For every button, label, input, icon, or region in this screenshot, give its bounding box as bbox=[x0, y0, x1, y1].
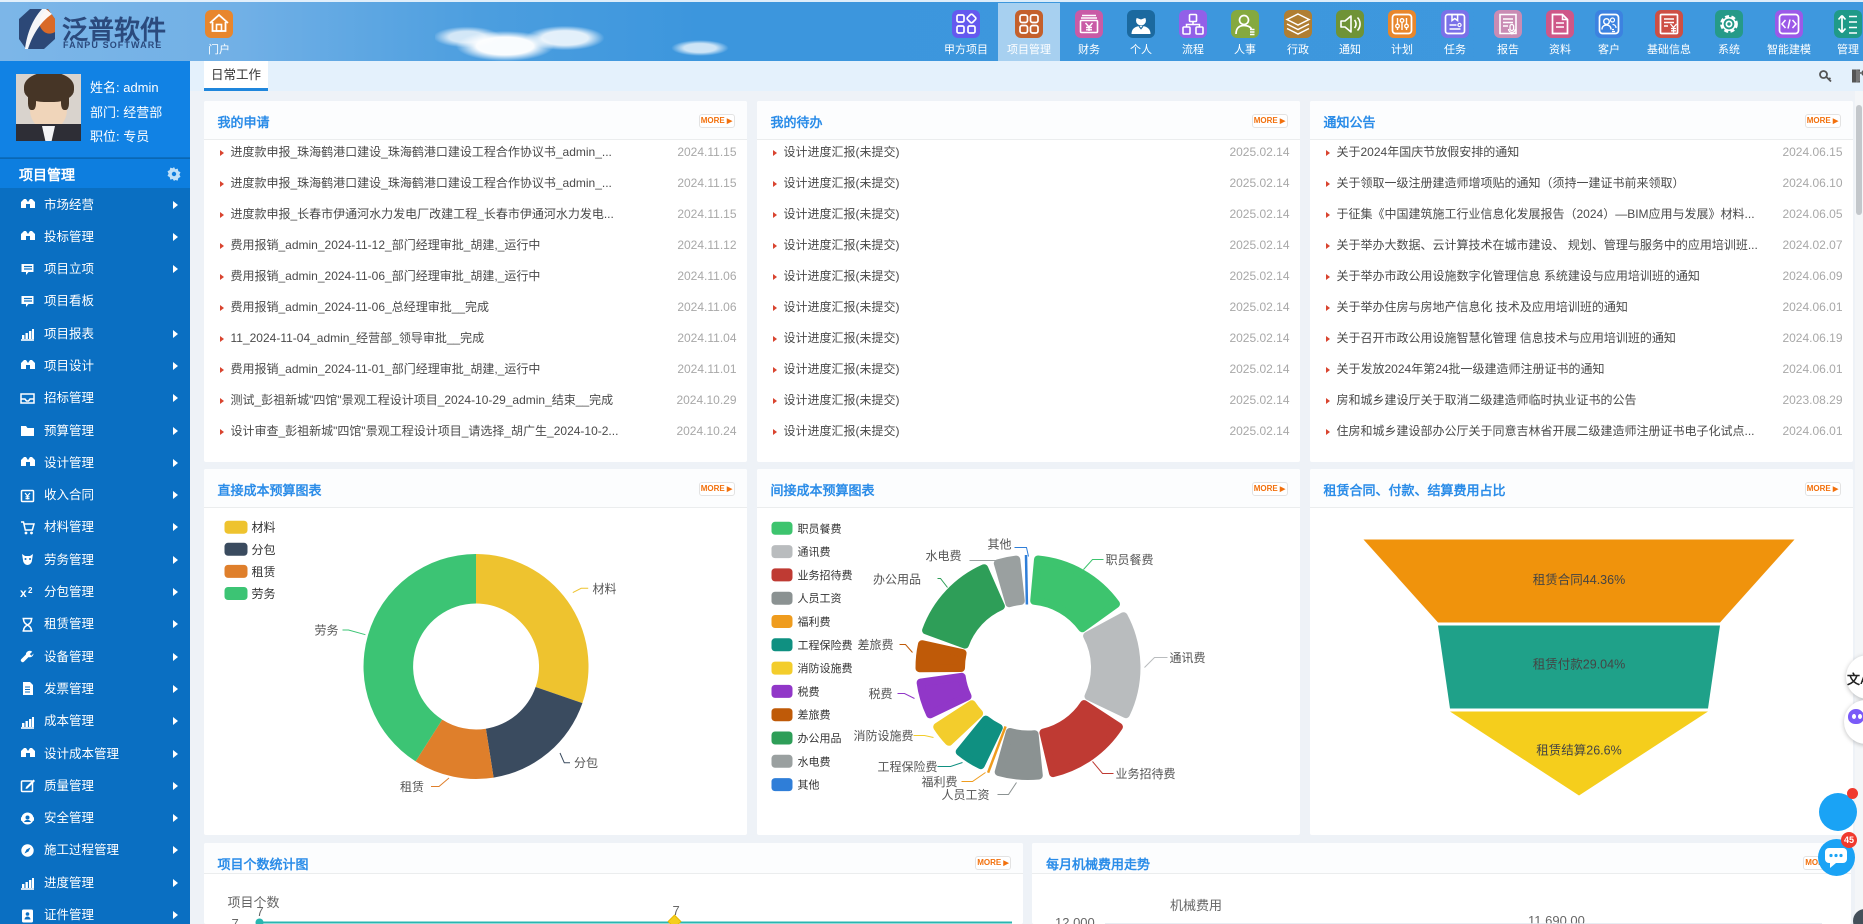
svg-text:材料: 材料 bbox=[592, 582, 616, 596]
svg-text:税费: 税费 bbox=[868, 687, 892, 701]
svg-text:业务招待费: 业务招待费 bbox=[797, 567, 852, 581]
svg-text:2: 2 bbox=[28, 586, 33, 595]
svg-text:人员工资: 人员工资 bbox=[941, 788, 989, 802]
svg-text:劳务: 劳务 bbox=[251, 586, 275, 601]
svg-text:通讯费: 通讯费 bbox=[797, 545, 830, 558]
svg-text:工程保险费: 工程保险费 bbox=[877, 759, 937, 774]
svg-text:水电费: 水电费 bbox=[797, 755, 830, 768]
svg-text:其他: 其他 bbox=[797, 778, 819, 791]
svg-text:通讯费: 通讯费 bbox=[1169, 651, 1205, 665]
svg-text:福利费: 福利费 bbox=[797, 614, 830, 628]
svg-text:分包: 分包 bbox=[251, 542, 275, 556]
svg-text:其他: 其他 bbox=[987, 537, 1011, 551]
svg-text:水电费: 水电费 bbox=[925, 549, 961, 563]
svg-text:劳务: 劳务 bbox=[314, 622, 338, 637]
svg-text:职员餐费: 职员餐费 bbox=[1105, 552, 1153, 567]
svg-text:租赁: 租赁 bbox=[400, 780, 424, 794]
svg-text:人员工资: 人员工资 bbox=[797, 592, 841, 605]
svg-text:材料: 材料 bbox=[251, 520, 275, 534]
svg-text:税费: 税费 bbox=[797, 684, 819, 698]
svg-text:租赁付款29.04%: 租赁付款29.04% bbox=[1532, 657, 1624, 671]
svg-text:业务招待费: 业务招待费 bbox=[1115, 766, 1175, 781]
svg-text:办公用品: 办公用品 bbox=[873, 571, 921, 586]
svg-text:x: x bbox=[20, 586, 27, 600]
svg-text:租赁合同44.36%: 租赁合同44.36% bbox=[1532, 572, 1624, 587]
svg-text:分包: 分包 bbox=[574, 756, 598, 770]
svg-text:差旅费: 差旅费 bbox=[857, 638, 893, 652]
svg-text:工程保险费: 工程保险费 bbox=[797, 637, 852, 651]
svg-text:办公用品: 办公用品 bbox=[797, 732, 841, 745]
svg-text:职员餐费: 职员餐费 bbox=[797, 521, 841, 535]
svg-text:消防设施费: 消防设施费 bbox=[853, 728, 913, 743]
svg-text:消防设施费: 消防设施费 bbox=[797, 661, 852, 675]
svg-text:租赁结算26.6%: 租赁结算26.6% bbox=[1536, 742, 1621, 757]
svg-text:福利费: 福利费 bbox=[921, 774, 957, 789]
svg-text:租赁: 租赁 bbox=[251, 564, 275, 578]
svg-text:差旅费: 差旅费 bbox=[797, 707, 830, 721]
